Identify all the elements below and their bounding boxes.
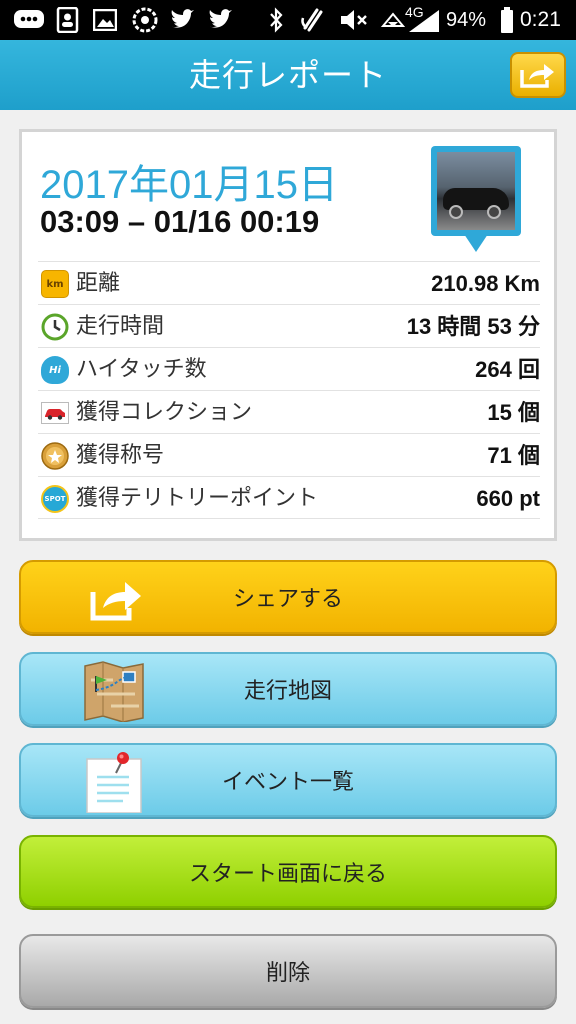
page-title: 走行レポート: [188, 56, 387, 94]
stat-value: 15 個: [487, 400, 540, 425]
car-photo-pin[interactable]: [431, 146, 521, 256]
status-bar: 4G 94% 0:21: [0, 0, 576, 40]
back-to-start-label: スタート画面に戻る: [188, 861, 387, 887]
nfc-icon: [298, 6, 328, 34]
event-list-label: イベント一覧: [221, 770, 354, 795]
network-type: 4G: [405, 4, 424, 20]
chat-icon: [12, 6, 46, 34]
high-touch-icon: Hi: [41, 356, 69, 384]
gallery-icon: [92, 6, 118, 34]
car-collection-icon: [41, 399, 69, 427]
spot-icon: SPOT: [41, 485, 69, 513]
stat-row-territory: SPOT 獲得テリトリーポイント 660 pt: [38, 476, 540, 519]
report-time-range: 03:09 – 01/16 00:19: [40, 204, 320, 239]
delete-button[interactable]: 削除: [19, 934, 557, 1008]
car-wheel: [449, 205, 463, 219]
stat-label: 獲得コレクション: [76, 400, 253, 425]
settings-icon: [130, 6, 160, 34]
twitter-icon: [206, 6, 236, 34]
pin-tip: [464, 234, 488, 252]
back-to-start-button[interactable]: スタート画面に戻る: [19, 835, 557, 908]
battery-icon: [499, 6, 515, 34]
share-label: シェアする: [232, 587, 343, 612]
header-share-button[interactable]: [510, 52, 566, 98]
share-arrow-icon: [520, 64, 554, 88]
map-icon: [83, 660, 145, 723]
event-list-button[interactable]: イベント一覧: [19, 743, 557, 817]
stats-list: km 距離 210.98 Km 走行時間 13 時間 53 分 Hi ハイタッチ…: [38, 261, 540, 519]
stat-label: 獲得テリトリーポイント: [76, 486, 319, 511]
delete-label: 削除: [265, 961, 310, 986]
share-button[interactable]: シェアする: [19, 560, 557, 634]
clock: 0:21: [520, 8, 561, 31]
drive-map-button[interactable]: 走行地図: [19, 652, 557, 726]
stat-row-collection: 獲得コレクション 15 個: [38, 390, 540, 433]
stat-label: 走行時間: [76, 314, 165, 339]
report-card: 2017年01月15日 03:09 – 01/16 00:19 km 距離 21…: [19, 129, 557, 541]
stat-row-high-touch: Hi ハイタッチ数 264 回: [38, 347, 540, 390]
stat-label: 獲得称号: [76, 443, 165, 468]
stat-value: 660 pt: [476, 486, 540, 511]
stat-value: 13 時間 53 分: [406, 314, 540, 339]
bluetooth-icon: [266, 6, 286, 34]
drive-map-label: 走行地図: [243, 679, 332, 704]
mute-icon: [338, 6, 370, 34]
stat-value: 264 回: [475, 357, 540, 382]
twitter-icon: [168, 6, 198, 34]
contacts-icon: [54, 6, 80, 34]
stat-label: ハイタッチ数: [76, 357, 207, 382]
stat-value: 210.98 Km: [431, 271, 540, 296]
battery-percent: 94%: [446, 9, 487, 31]
stat-value: 71 個: [487, 443, 540, 468]
stat-row-distance: km 距離 210.98 Km: [38, 261, 540, 304]
stat-row-duration: 走行時間 13 時間 53 分: [38, 304, 540, 347]
memo-pin-icon: [83, 751, 145, 814]
car-wheel: [487, 205, 501, 219]
km-icon: km: [41, 270, 69, 298]
car-photo: [437, 152, 515, 230]
share-arrow-icon: [83, 568, 145, 630]
stat-row-titles: 獲得称号 71 個: [38, 433, 540, 476]
title-medal-icon: [41, 442, 69, 470]
stat-label: 距離: [76, 271, 121, 296]
clock-icon: [41, 313, 69, 341]
report-date: 2017年01月15日: [40, 163, 338, 207]
title-bar: 走行レポート: [0, 40, 576, 110]
